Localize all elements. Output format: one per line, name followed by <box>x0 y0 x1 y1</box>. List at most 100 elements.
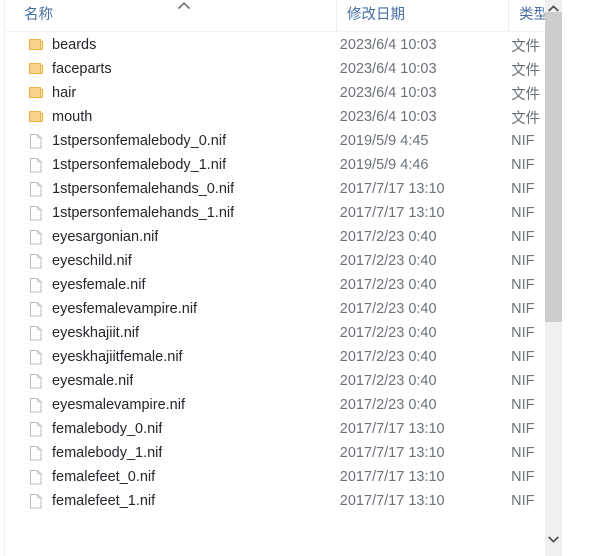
file-list-row[interactable]: 1stpersonfemalehands_0.nif 2017/7/17 13:1… <box>5 177 545 201</box>
file-list-row[interactable]: eyesmale.nif 2017/2/23 0:40 NIF <box>5 369 545 393</box>
file-name-cell[interactable]: 1stpersonfemalebody_1.nif <box>5 157 330 173</box>
file-list-row[interactable]: mouth 2023/6/4 10:03 文件 <box>5 105 545 129</box>
file-icon <box>28 397 44 413</box>
file-name-label: femalebody_1.nif <box>52 445 163 461</box>
file-list-row[interactable]: femalebody_0.nif 2017/7/17 13:10 NIF <box>5 417 545 441</box>
file-name-label: eyesfemale.nif <box>52 277 146 293</box>
file-name-cell[interactable]: eyesmale.nif <box>5 373 330 389</box>
file-icon <box>28 469 44 485</box>
file-icon <box>28 421 44 437</box>
file-type-cell: NIF <box>511 253 535 269</box>
file-list[interactable]: beards 2023/6/4 10:03 文件 faceparts 2023/6/4 … <box>5 33 545 556</box>
file-explorer-details-view: 名称 修改日期 类型 beards 2023/6/4 10:03 文件 facepar… <box>0 0 600 556</box>
file-name-label: 1stpersonfemalebody_1.nif <box>52 157 227 173</box>
file-name-cell[interactable]: eyeskhajiit.nif <box>5 325 330 341</box>
file-icon <box>28 325 44 341</box>
file-type-cell: NIF <box>511 421 535 437</box>
file-icon <box>28 445 44 461</box>
right-gutter <box>562 0 600 556</box>
date-modified-cell: 2023/6/4 10:03 <box>339 85 437 101</box>
file-type-cell: NIF <box>511 181 535 197</box>
file-list-row[interactable]: eyesfemalevampire.nif 2017/2/23 0:40 NIF <box>5 297 545 321</box>
file-list-row[interactable]: eyesmalevampire.nif 2017/2/23 0:40 NIF <box>5 393 545 417</box>
file-list-row[interactable]: eyesfemale.nif 2017/2/23 0:40 NIF <box>5 273 545 297</box>
file-name-cell[interactable]: 1stpersonfemalebody_0.nif <box>5 133 330 149</box>
file-list-row[interactable]: hair 2023/6/4 10:03 文件 <box>5 81 545 105</box>
file-type-cell: NIF <box>511 301 535 317</box>
date-modified-cell: 2017/7/17 13:10 <box>339 469 445 485</box>
file-name-cell[interactable]: femalefeet_0.nif <box>5 469 330 485</box>
file-name-label: 1stpersonfemalehands_0.nif <box>52 181 235 197</box>
vertical-scrollbar[interactable] <box>545 0 562 556</box>
file-list-row[interactable]: eyeskhajiit.nif 2017/2/23 0:40 NIF <box>5 321 545 345</box>
file-icon <box>28 349 44 365</box>
folder-icon <box>28 37 44 53</box>
column-header-type-label: 类型 <box>519 7 548 23</box>
file-name-cell[interactable]: femalefeet_1.nif <box>5 493 330 509</box>
file-list-row[interactable]: femalefeet_0.nif 2017/7/17 13:10 NIF <box>5 465 545 489</box>
file-list-row[interactable]: 1stpersonfemalehands_1.nif 2017/7/17 13:1… <box>5 201 545 225</box>
chevron-up-icon <box>548 5 559 12</box>
date-modified-cell: 2017/2/23 0:40 <box>339 229 437 245</box>
file-name-cell[interactable]: faceparts <box>5 61 330 77</box>
date-modified-cell: 2017/7/17 13:10 <box>339 445 445 461</box>
file-name-label: mouth <box>52 109 93 125</box>
column-header-name[interactable]: 名称 <box>14 0 336 31</box>
file-list-row[interactable]: eyeskhajiitfemale.nif 2017/2/23 0:40 NIF <box>5 345 545 369</box>
file-name-cell[interactable]: eyesargonian.nif <box>5 229 330 245</box>
column-header-date-label: 修改日期 <box>347 7 405 23</box>
file-name-cell[interactable]: eyeskhajiitfemale.nif <box>5 349 330 365</box>
file-type-cell: 文件 <box>511 110 541 127</box>
column-header-row: 名称 修改日期 类型 <box>5 0 548 32</box>
file-type-cell: 文件 <box>511 38 541 55</box>
folder-icon <box>28 109 44 125</box>
file-name-cell[interactable]: eyeschild.nif <box>5 253 330 269</box>
file-name-label: femalefeet_1.nif <box>52 493 156 509</box>
file-list-row[interactable]: 1stpersonfemalebody_0.nif 2019/5/9 4:45 NI… <box>5 129 545 153</box>
scroll-down-button[interactable] <box>545 531 562 548</box>
file-name-cell[interactable]: 1stpersonfemalehands_0.nif <box>5 181 330 197</box>
file-list-row[interactable]: femalefeet_1.nif 2017/7/17 13:10 NIF <box>5 489 545 513</box>
file-list-row[interactable]: 1stpersonfemalebody_1.nif 2019/5/9 4:46 NI… <box>5 153 545 177</box>
file-type-cell: NIF <box>511 397 535 413</box>
date-modified-cell: 2017/7/17 13:10 <box>339 205 445 221</box>
file-list-row[interactable]: beards 2023/6/4 10:03 文件 <box>5 33 545 57</box>
file-list-row[interactable]: eyesargonian.nif 2017/2/23 0:40 NIF <box>5 225 545 249</box>
file-name-cell[interactable]: 1stpersonfemalehands_1.nif <box>5 205 330 221</box>
file-name-cell[interactable]: beards <box>5 37 330 53</box>
file-icon <box>28 373 44 389</box>
file-name-label: eyesmalevampire.nif <box>52 397 185 413</box>
file-list-row[interactable]: femalebody_1.nif 2017/7/17 13:10 NIF <box>5 441 545 465</box>
date-modified-cell: 2023/6/4 10:03 <box>339 109 437 125</box>
file-list-row[interactable]: faceparts 2023/6/4 10:03 文件 <box>5 57 545 81</box>
file-type-cell: NIF <box>511 493 535 509</box>
folder-icon <box>28 61 44 77</box>
scrollbar-thumb[interactable] <box>545 12 562 322</box>
file-type-cell: NIF <box>511 469 535 485</box>
file-name-cell[interactable]: mouth <box>5 109 330 125</box>
file-name-cell[interactable]: eyesfemale.nif <box>5 277 330 293</box>
file-icon <box>28 205 44 221</box>
date-modified-cell: 2017/2/23 0:40 <box>339 397 437 413</box>
file-icon <box>28 493 44 509</box>
file-name-label: eyeschild.nif <box>52 253 132 269</box>
file-name-cell[interactable]: hair <box>5 85 330 101</box>
file-type-cell: NIF <box>511 133 535 149</box>
file-type-cell: NIF <box>511 229 535 245</box>
file-name-label: eyesfemalevampire.nif <box>52 301 198 317</box>
file-name-cell[interactable]: femalebody_1.nif <box>5 445 330 461</box>
file-type-cell: NIF <box>511 157 535 173</box>
chevron-down-icon <box>548 536 559 543</box>
file-name-label: 1stpersonfemalehands_1.nif <box>52 205 235 221</box>
date-modified-cell: 2023/6/4 10:03 <box>339 61 437 77</box>
column-header-date-modified[interactable]: 修改日期 <box>336 0 508 31</box>
file-name-cell[interactable]: eyesfemalevampire.nif <box>5 301 330 317</box>
file-type-cell: NIF <box>511 325 535 341</box>
file-name-cell[interactable]: eyesmalevampire.nif <box>5 397 330 413</box>
file-name-cell[interactable]: femalebody_0.nif <box>5 421 330 437</box>
date-modified-cell: 2019/5/9 4:46 <box>339 157 429 173</box>
file-list-row[interactable]: eyeschild.nif 2017/2/23 0:40 NIF <box>5 249 545 273</box>
file-name-label: 1stpersonfemalebody_0.nif <box>52 133 227 149</box>
file-type-cell: NIF <box>511 445 535 461</box>
file-icon <box>28 301 44 317</box>
